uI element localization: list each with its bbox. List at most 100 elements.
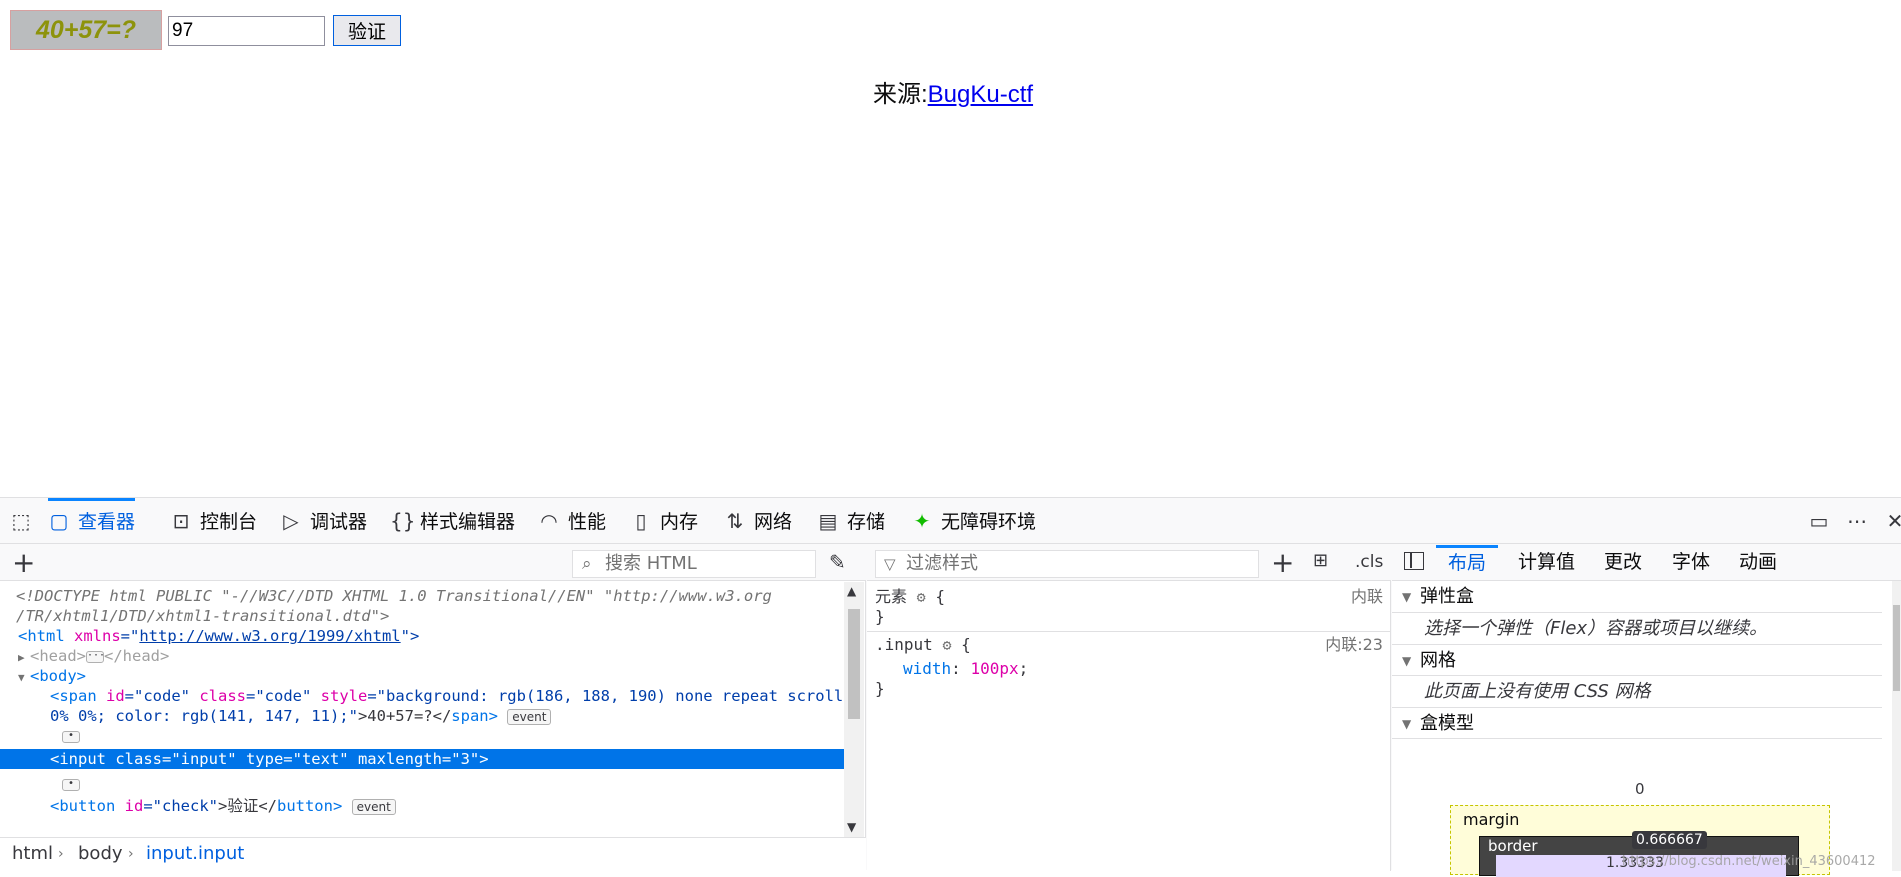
collapse-icon: ▼ <box>1402 717 1412 731</box>
tab-style-editor[interactable]: {} 样式编辑器 <box>390 498 515 544</box>
grid-section-header[interactable]: ▼ 网格 <box>1392 644 1882 676</box>
filter-styles-input[interactable]: ▽ 过滤样式 <box>875 550 1259 578</box>
event-badge[interactable]: event <box>351 798 396 815</box>
console-icon: ⊡ <box>172 509 190 533</box>
tab-animations[interactable]: 动画 <box>1739 545 1777 581</box>
margin-top-value[interactable]: 0 <box>1635 780 1645 798</box>
chevron-right-icon: › <box>58 846 64 862</box>
button-node[interactable]: <button id="check">验证</button> event <box>50 796 844 816</box>
add-rule-icon[interactable]: + <box>1271 546 1294 579</box>
highlight-icon[interactable]: ⚙ <box>942 635 951 655</box>
collapse-icon: ▼ <box>1402 654 1412 668</box>
doctype-line[interactable]: <!DOCTYPE html PUBLIC "-//W3C//DTD XHTML… <box>16 586 844 606</box>
body-node[interactable]: ▼ <body> <box>18 666 844 686</box>
tab-layout[interactable]: 布局 <box>1436 545 1499 581</box>
markup-tree: <!DOCTYPE html PUBLIC "-//W3C//DTD XHTML… <box>0 582 844 838</box>
breadcrumb-input[interactable]: input.input <box>146 838 244 870</box>
breadcrumb: html › body › input.input <box>0 837 866 871</box>
tab-inspector[interactable]: ▢ 查看器 <box>48 498 136 544</box>
close-icon[interactable]: ✕ <box>1884 498 1901 544</box>
toggle-sidebar-icon[interactable] <box>1404 552 1424 570</box>
doctype-line-cont[interactable]: /TR/xhtml1/DTD/xhtml1-transitional.dtd"> <box>16 606 844 626</box>
scroll-down-icon[interactable]: ▼ <box>847 820 856 834</box>
collapse-icon: ▼ <box>1402 590 1412 604</box>
debugger-icon: ▷ <box>283 509 299 533</box>
xmlns-link[interactable]: http://www.w3.org/1999/xhtml <box>139 627 400 645</box>
devtools-panel: ⬚ ▢ 查看器 ⊡ 控制台 ▷ 调试器 {} 样式编辑器 ◠ 性能 ▯ 内存 ⇅ 网络 ▤ 存储… <box>0 497 1901 877</box>
tab-memory[interactable]: ▯ 内存 <box>630 498 698 544</box>
rule-source[interactable]: 内联 <box>1351 587 1383 607</box>
layout-sidebar: 布局 计算值 更改 字体 动画 ▼ 弹性盒 选择一个弹性（Flex）容器或项目以继… <box>1392 545 1901 877</box>
tab-changes[interactable]: 更改 <box>1604 545 1642 581</box>
page-viewport: 40+57=? 验证 来源:BugKu-ctf <box>0 0 1901 497</box>
pick-element-icon[interactable]: ⬚ <box>10 498 32 544</box>
border-label: border <box>1488 837 1538 855</box>
whitespace-icon: • <box>62 730 80 743</box>
search-icon: ⌕ <box>582 554 592 574</box>
markup-scrollbar[interactable]: ▲ ▼ <box>844 582 864 838</box>
tab-computed[interactable]: 计算值 <box>1518 545 1575 581</box>
flexbox-section-header[interactable]: ▼ 弹性盒 <box>1392 581 1882 613</box>
head-node[interactable]: ▶ <head>···</head> <box>18 646 844 666</box>
breadcrumb-html[interactable]: html <box>12 838 53 870</box>
input-node-selected[interactable]: <input class="input" type="text" maxleng… <box>0 749 844 769</box>
boxmodel-section-header[interactable]: ▼ 盒模型 <box>1392 707 1882 739</box>
source-label: 来源: <box>873 81 928 108</box>
verify-button[interactable]: 验证 <box>333 15 401 46</box>
tab-debugger[interactable]: ▷ 调试器 <box>280 498 367 544</box>
add-node-icon[interactable]: + <box>12 547 35 579</box>
scroll-up-icon[interactable]: ▲ <box>847 584 856 598</box>
answer-input[interactable] <box>168 16 325 46</box>
input-selector: .input <box>875 635 933 654</box>
whitespace-node-2[interactable]: • <box>62 774 844 794</box>
collapse-icon[interactable]: ▼ <box>18 668 30 688</box>
cls-button[interactable]: .cls <box>1355 552 1383 572</box>
tab-performance[interactable]: ◠ 性能 <box>538 498 606 544</box>
layout-scrollbar[interactable] <box>1892 581 1901 871</box>
property-name[interactable]: width <box>903 659 951 678</box>
rules-toolbar: ▽ 过滤样式 + ⊞ .cls <box>867 545 1391 581</box>
scroll-thumb[interactable] <box>1893 605 1900 691</box>
markup-toolbar: + ⌕ 搜索 HTML ✎ <box>0 545 866 581</box>
margin-label: margin <box>1463 810 1520 829</box>
source-link[interactable]: BugKu-ctf <box>928 81 1033 108</box>
devtools-toolbar: ⬚ ▢ 查看器 ⊡ 控制台 ▷ 调试器 {} 样式编辑器 ◠ 性能 ▯ 内存 ⇅ 网络 ▤ 存储… <box>0 498 1901 544</box>
search-html-input[interactable]: ⌕ 搜索 HTML <box>572 550 816 578</box>
property-value[interactable]: 100px <box>970 659 1018 678</box>
accessibility-icon: ✦ <box>913 509 931 533</box>
toggle-pseudo-icon[interactable]: ⊞ <box>1313 550 1328 571</box>
filter-icon: ▽ <box>884 555 896 573</box>
source-line: 来源:BugKu-ctf <box>873 74 1033 109</box>
highlight-icon[interactable]: ⚙ <box>917 587 926 607</box>
more-menu-icon[interactable]: ⋯ <box>1846 498 1876 544</box>
watermark: https://blog.csdn.net/weixin_43600412 <box>1622 854 1876 869</box>
responsive-design-icon[interactable]: ▭ <box>1808 498 1838 544</box>
storage-icon: ▤ <box>818 509 838 533</box>
rule-source[interactable]: 内联:23 <box>1325 635 1383 655</box>
span-node[interactable]: <span id="code" class="code" style="back… <box>50 686 844 706</box>
flexbox-note: 选择一个弹性（Flex）容器或项目以继续。 <box>1424 618 1768 639</box>
tab-fonts[interactable]: 字体 <box>1672 545 1710 581</box>
expand-icon[interactable]: ▶ <box>18 648 30 668</box>
collapsed-ellipsis[interactable]: ··· <box>86 650 105 663</box>
tab-network[interactable]: ⇅ 网络 <box>724 498 792 544</box>
whitespace-node[interactable]: • <box>62 726 844 746</box>
memory-icon: ▯ <box>635 509 647 533</box>
breadcrumb-body[interactable]: body <box>78 838 123 870</box>
markup-view: + ⌕ 搜索 HTML ✎ <!DOCTYPE html PUBLIC "-//… <box>0 545 866 871</box>
event-badge[interactable]: event <box>507 708 552 725</box>
border-tooltip: 0.666667 <box>1632 831 1707 849</box>
html-node[interactable]: <html xmlns="http://www.w3.org/1999/xhtm… <box>18 626 844 646</box>
element-selector: 元素 <box>875 587 908 606</box>
braces-icon: {} <box>390 509 416 533</box>
captcha-text: 40+57=? <box>10 10 162 50</box>
tab-console[interactable]: ⊡ 控制台 <box>170 498 257 544</box>
eyedropper-icon[interactable]: ✎ <box>829 550 846 574</box>
tab-storage[interactable]: ▤ 存储 <box>817 498 885 544</box>
inspector-icon: ▢ <box>49 509 69 533</box>
span-node-cont[interactable]: 0% 0%; color: rgb(141, 147, 11);">40+57=… <box>50 706 844 726</box>
scroll-thumb[interactable] <box>848 609 860 719</box>
tab-accessibility[interactable]: ✦ 无障碍环境 <box>911 498 1036 544</box>
gauge-icon: ◠ <box>540 509 558 533</box>
rules-view: ▽ 过滤样式 + ⊞ .cls 元素 ⚙ { 内联 } .input ⚙ { 内… <box>867 545 1391 871</box>
